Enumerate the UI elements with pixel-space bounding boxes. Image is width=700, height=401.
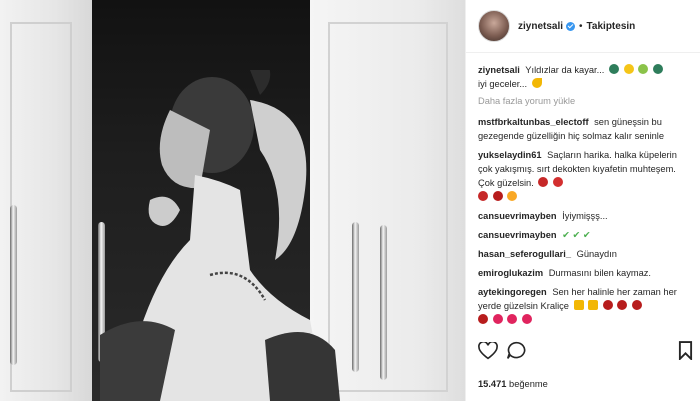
action-bar (478, 341, 693, 360)
lips-emoji-icon (553, 177, 563, 187)
likes-count[interactable]: 15.471 beğenme (478, 379, 548, 389)
speech-bubble-icon[interactable] (506, 341, 526, 360)
bookmark-icon[interactable] (678, 341, 693, 360)
star-emoji-icon (638, 64, 649, 74)
likes-label: beğenme (509, 379, 548, 389)
comment-username[interactable]: emiroglukazim (478, 268, 543, 278)
verified-badge-icon (566, 21, 576, 31)
caption-text: Yıldızlar da kayar... (525, 65, 607, 75)
comment-text: Günaydın (576, 249, 617, 259)
door-handle-right (380, 225, 387, 380)
caption-username[interactable]: ziynetsali (478, 65, 520, 75)
load-more-comments-link[interactable]: Daha fazla yorum yükle (478, 96, 688, 106)
caption-text-line2: iyi geceler... (478, 79, 530, 89)
crown-emoji-icon (588, 300, 599, 310)
comment-text: Durmasını bilen kaymaz. (548, 268, 652, 278)
comment-text: İyiymişşş... (562, 211, 608, 221)
rose-emoji-icon (631, 300, 642, 310)
door-panel (10, 22, 72, 392)
comment-panel: ziynetsali • Takiptesin ziynetsali Yıldı… (465, 0, 700, 401)
heart-emoji-icon (507, 314, 518, 324)
comment: yukselaydin61 Saçların harika. halka küp… (478, 148, 688, 204)
comment: hasan_seferogullari_ Günaydın (478, 247, 688, 261)
comment: cansuevrimayben ✔ ✔ ✔ (478, 228, 688, 242)
woman-silhouette (100, 70, 340, 401)
door-panel (328, 22, 448, 392)
comment-username[interactable]: yukselaydin61 (478, 150, 542, 160)
door-handle-mid-right (352, 222, 359, 372)
rose-emoji-icon (492, 191, 503, 201)
comment-list: ziynetsali Yıldızlar da kayar... iyi gec… (466, 53, 700, 353)
post-header: ziynetsali • Takiptesin (466, 0, 700, 53)
sparkles-emoji-icon (623, 64, 634, 74)
comment: mstfbrkaltunbas_electoff sen güneşsin bu… (478, 115, 688, 143)
moon-emoji-icon (531, 78, 542, 88)
avatar[interactable] (478, 10, 510, 42)
comment-username[interactable]: hasan_seferogullari_ (478, 249, 571, 259)
rose-emoji-icon (478, 314, 488, 324)
crown-emoji-icon (573, 300, 584, 310)
caption: ziynetsali Yıldızlar da kayar... iyi gec… (478, 63, 688, 91)
separator-dot: • (579, 20, 583, 32)
post-photo[interactable] (0, 0, 465, 401)
comment: cansuevrimayben İyiymişşş... (478, 209, 688, 223)
star-emoji-icon (652, 64, 663, 74)
heart-emoji-icon (492, 314, 503, 324)
post-username[interactable]: ziynetsali (518, 21, 563, 32)
heart-eyes-emoji-icon (507, 191, 518, 201)
heart-emoji-icon (521, 314, 532, 324)
comment-username[interactable]: mstfbrkaltunbas_electoff (478, 117, 589, 127)
heart-outline-icon[interactable] (478, 341, 498, 360)
comment-username[interactable]: cansuevrimayben (478, 230, 557, 240)
following-button[interactable]: Takiptesin (587, 21, 636, 32)
shooting-star-emoji-icon (608, 64, 619, 74)
comment: emiroglukazim Durmasını bilen kaymaz. (478, 266, 688, 280)
rose-emoji-icon (602, 300, 613, 310)
rose-emoji-icon (617, 300, 628, 310)
comment-username[interactable]: cansuevrimayben (478, 211, 557, 221)
high-heel-emoji-icon (478, 191, 488, 201)
high-heel-emoji-icon (538, 177, 549, 187)
comment-username[interactable]: aytekingoregen (478, 287, 547, 297)
likes-number: 15.471 (478, 379, 507, 389)
comment-text: ✔ ✔ ✔ (562, 230, 591, 240)
door-handle-left (10, 205, 17, 365)
comment: aytekingoregen Sen her halinle her zaman… (478, 285, 688, 327)
